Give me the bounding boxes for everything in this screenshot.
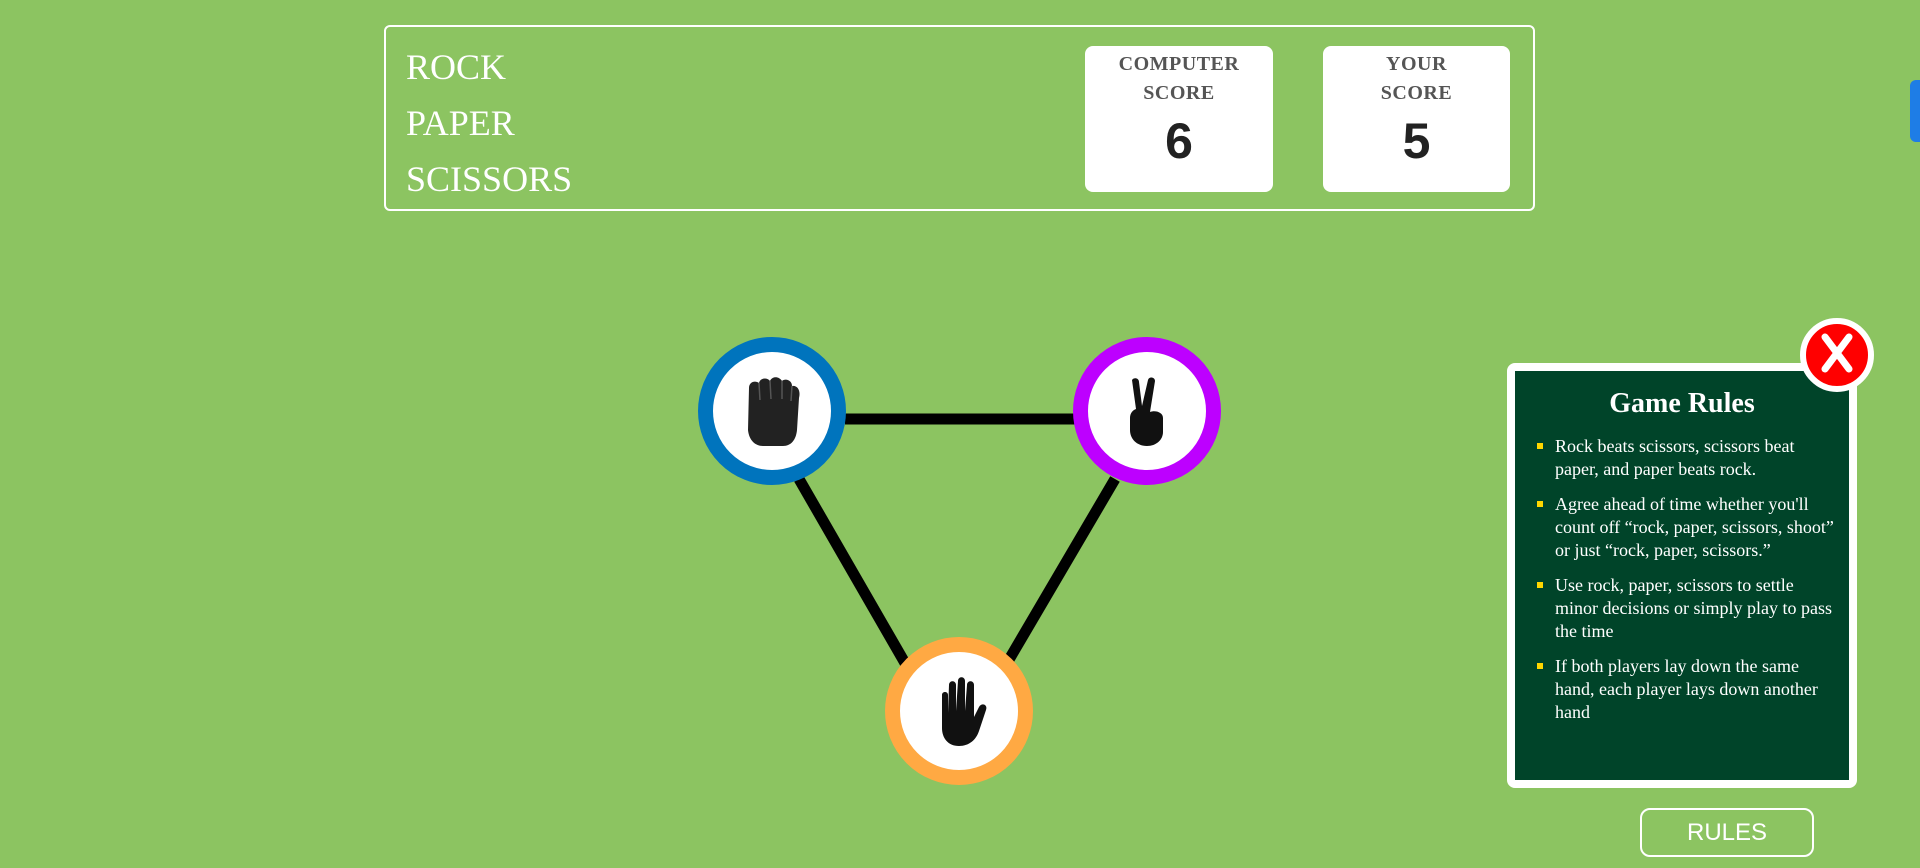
scissors-choice-button[interactable] <box>1073 337 1221 485</box>
player-score-value: 5 <box>1402 113 1431 169</box>
connector-scissors-paper <box>1002 476 1120 666</box>
scoreboard-header: ROCK PAPER SCISSORS COMPUTER SCORE 6 YOU… <box>384 25 1535 211</box>
rule-item: Use rock, paper, scissors to settle mino… <box>1537 574 1837 643</box>
fist-icon <box>741 374 803 448</box>
computer-score-value: 6 <box>1165 113 1193 169</box>
close-icon <box>1820 333 1854 378</box>
computer-score-label-line-1: COMPUTER <box>1118 53 1240 75</box>
rock-choice-button[interactable] <box>698 337 846 485</box>
computer-score-label: COMPUTER SCORE <box>1085 50 1273 108</box>
player-score-label: YOUR SCORE <box>1323 50 1510 108</box>
rule-item: Rock beats scissors, scissors beat paper… <box>1537 435 1837 481</box>
rules-title: Game Rules <box>1609 388 1755 419</box>
player-score-card: YOUR SCORE 5 <box>1323 46 1510 192</box>
rules-panel: Game Rules Rock beats scissors, scissors… <box>1507 363 1857 788</box>
rules-list: Rock beats scissors, scissors beat paper… <box>1515 435 1849 724</box>
connector-rock-paper <box>794 476 910 666</box>
computer-score-label-line-2: SCORE <box>1143 82 1215 104</box>
title-line-rock: ROCK <box>406 47 507 87</box>
paper-choice-button[interactable] <box>885 637 1033 785</box>
side-edge-tab[interactable] <box>1910 80 1920 142</box>
rule-item: If both players lay down the same hand, … <box>1537 655 1837 724</box>
player-score-label-line-1: YOUR <box>1386 53 1447 75</box>
victory-hand-icon <box>1123 376 1171 446</box>
open-hand-icon <box>929 675 989 747</box>
game-title: ROCK PAPER SCISSORS <box>406 39 572 207</box>
close-rules-button[interactable] <box>1800 318 1874 392</box>
title-line-paper: PAPER <box>406 103 515 143</box>
computer-score-card: COMPUTER SCORE 6 <box>1085 46 1273 192</box>
title-line-scissors: SCISSORS <box>406 159 573 199</box>
rules-button[interactable]: RULES <box>1640 808 1814 857</box>
rule-item: Agree ahead of time whether you'll count… <box>1537 493 1837 562</box>
player-score-label-line-2: SCORE <box>1380 82 1453 104</box>
